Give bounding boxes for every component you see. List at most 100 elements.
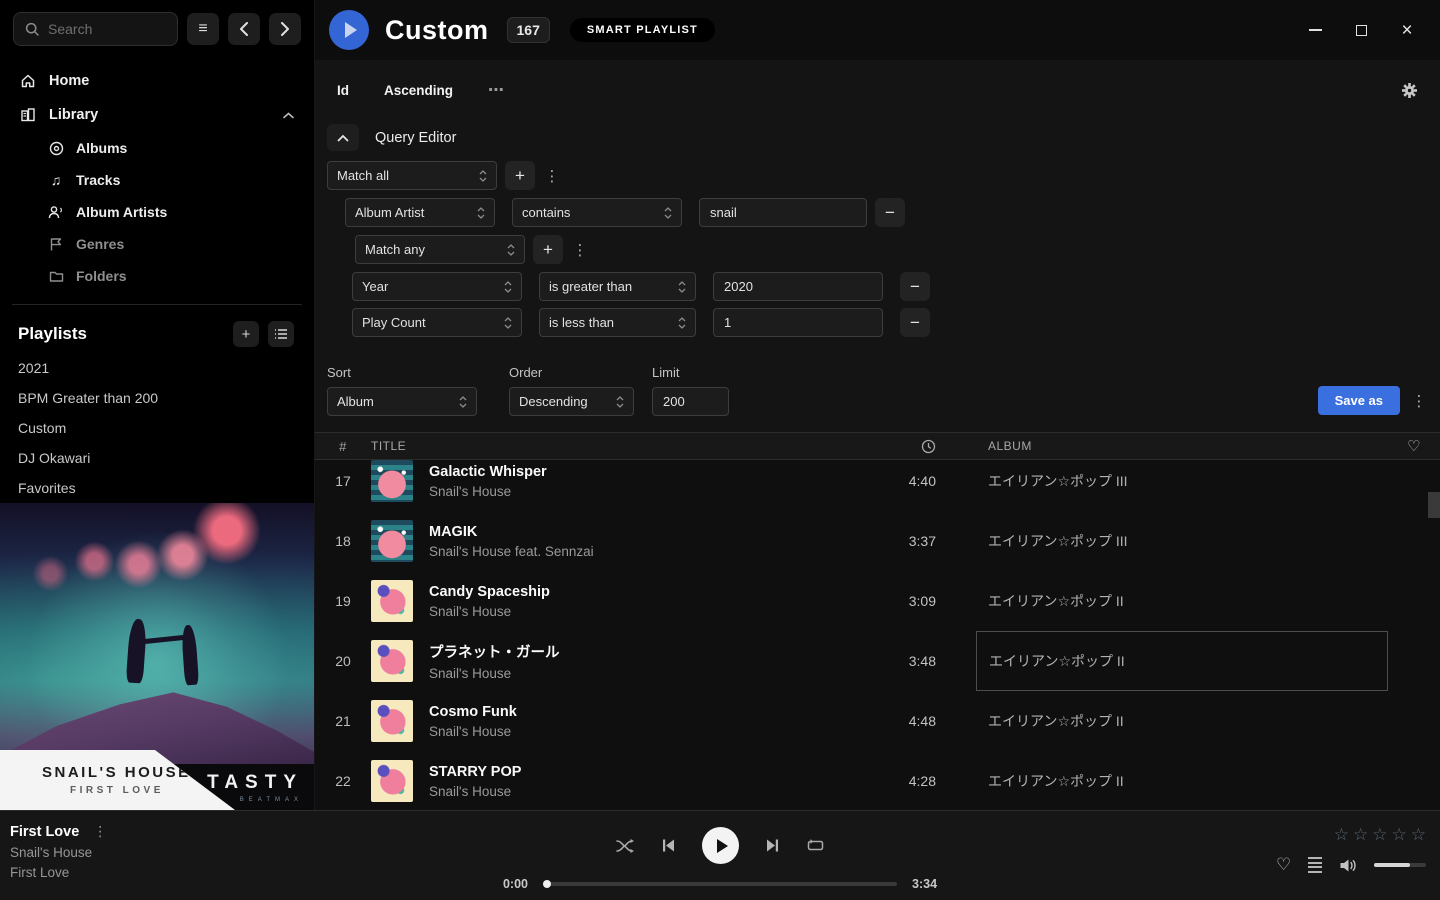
playlist-item[interactable]: BPM Greater than 200 [0, 383, 314, 413]
query-editor-title: Query Editor [375, 130, 456, 146]
add-rule-button[interactable]: + [505, 161, 535, 190]
track-row[interactable]: 19 Candy SpaceshipSnail's House 3:09 エイリ… [315, 571, 1440, 631]
add-group-rule-button[interactable]: + [533, 235, 563, 264]
rule-value-input[interactable] [713, 308, 883, 337]
add-playlist-button[interactable]: + [233, 321, 259, 347]
track-options-button[interactable]: ⋮ [93, 823, 107, 840]
search-box[interactable] [13, 12, 178, 46]
nav-back-button[interactable] [228, 13, 260, 45]
search-input[interactable] [48, 21, 158, 37]
rule-field-select[interactable]: Year [352, 272, 522, 301]
playlist-item[interactable]: Custom [0, 413, 314, 443]
chevron-up-icon[interactable] [283, 112, 294, 119]
track-row[interactable]: 18 MAGIKSnail's House feat. Sennzai 3:37… [315, 511, 1440, 571]
rule-menu-button[interactable]: ⋮ [543, 161, 561, 190]
sort-direction-button[interactable]: Ascending [384, 83, 453, 98]
library-sub-items: Albums ♫ Tracks Album Artists Genres Fol… [12, 132, 302, 292]
sidebar-item-label: Tracks [76, 172, 120, 188]
save-menu-button[interactable]: ⋮ [1410, 386, 1428, 415]
rule-value-input[interactable] [713, 272, 883, 301]
order-select[interactable]: Descending [509, 387, 634, 416]
now-playing-artist[interactable]: Snail's House [10, 845, 340, 860]
player-controls-section: 0:00 3:34 [480, 811, 960, 900]
collapse-query-button[interactable] [327, 124, 359, 151]
track-row[interactable]: 20 プラネット・ガールSnail's House 3:48 エイリアン☆ポップ… [315, 631, 1440, 691]
now-playing-track[interactable]: First Love [10, 824, 79, 840]
playlist-item[interactable]: DJ Okawari [0, 443, 314, 473]
art-figure [126, 618, 147, 683]
close-button[interactable]: × [1396, 19, 1418, 41]
playlist-list-button[interactable] [268, 321, 294, 347]
seek-slider[interactable] [543, 882, 897, 886]
now-playing-info: First Love ⋮ Snail's House First Love [0, 811, 340, 900]
elapsed-time: 0:00 [494, 877, 528, 891]
sidebar-item-albums[interactable]: Albums [40, 132, 302, 164]
track-row[interactable]: 22 STARRY POPSnail's House 4:28 エイリアン☆ポッ… [315, 751, 1440, 810]
rating-stars: ☆ ☆ ☆ ☆ ☆ [1334, 825, 1426, 845]
track-album: エイリアン☆ポップ II [976, 751, 1388, 810]
queue-button[interactable] [1308, 857, 1322, 873]
next-button[interactable] [765, 838, 780, 853]
group-menu-button[interactable]: ⋮ [571, 235, 589, 264]
track-album-focused-cell[interactable]: エイリアン☆ポップ II [976, 631, 1388, 691]
sidebar-item-library[interactable]: Library [12, 98, 302, 132]
sidebar-item-album-artists[interactable]: Album Artists [40, 196, 302, 228]
root-match-select[interactable]: Match all [327, 161, 497, 190]
shuffle-button[interactable] [615, 838, 635, 854]
volume-button[interactable] [1339, 858, 1357, 873]
star-icon[interactable]: ☆ [1334, 825, 1349, 845]
sidebar-item-home[interactable]: Home [12, 64, 302, 98]
scrollbar-thumb[interactable] [1428, 492, 1440, 518]
star-icon[interactable]: ☆ [1392, 825, 1407, 845]
remove-rule-button[interactable]: − [900, 272, 930, 301]
settings-gear-button[interactable] [1401, 82, 1418, 99]
more-options-button[interactable]: ⋯ [488, 80, 505, 100]
star-icon[interactable]: ☆ [1353, 825, 1368, 845]
track-duration: 4:48 [851, 713, 936, 729]
seek-thumb[interactable] [543, 880, 551, 888]
rule-value-input[interactable] [699, 198, 867, 227]
sort-field-button[interactable]: Id [337, 83, 349, 98]
sort-select[interactable]: Album [327, 387, 477, 416]
track-number: 18 [315, 533, 371, 549]
column-header-duration[interactable] [851, 439, 936, 454]
favorite-button[interactable]: ♡ [1276, 855, 1291, 875]
star-icon[interactable]: ☆ [1411, 825, 1426, 845]
now-playing-album[interactable]: First Love [10, 865, 340, 880]
column-header-index[interactable]: # [315, 439, 371, 454]
sidebar-item-genres[interactable]: Genres [40, 228, 302, 260]
play-playlist-button[interactable] [329, 10, 369, 50]
volume-slider[interactable] [1374, 863, 1426, 867]
sidebar-item-folders[interactable]: Folders [40, 260, 302, 292]
play-pause-button[interactable] [702, 827, 739, 864]
sidebar-item-tracks[interactable]: ♫ Tracks [40, 164, 302, 196]
maximize-button[interactable] [1350, 19, 1372, 41]
rule-operator-select[interactable]: is greater than [539, 272, 696, 301]
rule-field-select[interactable]: Album Artist [345, 198, 495, 227]
track-title: MAGIK [429, 524, 594, 540]
order-group: Order Descending [509, 365, 634, 416]
remove-rule-button[interactable]: − [875, 198, 905, 227]
group-match-select[interactable]: Match any [355, 235, 525, 264]
save-as-button[interactable]: Save as [1318, 386, 1400, 415]
menu-button[interactable]: ≡ [187, 13, 219, 45]
previous-button[interactable] [661, 838, 676, 853]
playlist-item[interactable]: 2021 [0, 353, 314, 383]
star-icon[interactable]: ☆ [1372, 825, 1387, 845]
column-header-title[interactable]: TITLE [371, 439, 851, 453]
track-row[interactable]: 21 Cosmo FunkSnail's House 4:48 エイリアン☆ポッ… [315, 691, 1440, 751]
record-label-text: TASTY [207, 772, 303, 794]
remove-rule-button[interactable]: − [900, 308, 930, 337]
rule-operator-select[interactable]: contains [512, 198, 682, 227]
nav-forward-button[interactable] [269, 13, 301, 45]
playlist-item[interactable]: Favorites [0, 473, 314, 503]
minimize-button[interactable] [1304, 19, 1326, 41]
repeat-button[interactable] [806, 838, 825, 853]
column-header-album[interactable]: ALBUM [976, 439, 1388, 453]
now-playing-album-art[interactable]: TASTY BEATMAX SNAIL'S HOUSE FIRST LOVE [0, 503, 315, 810]
limit-input[interactable] [652, 387, 729, 416]
track-row[interactable]: 17 Galactic WhisperSnail's House 4:40 エイ… [315, 460, 1440, 511]
rule-field-select[interactable]: Play Count [352, 308, 522, 337]
heart-column-icon[interactable]: ♡ [1388, 437, 1440, 455]
rule-operator-select[interactable]: is less than [539, 308, 696, 337]
